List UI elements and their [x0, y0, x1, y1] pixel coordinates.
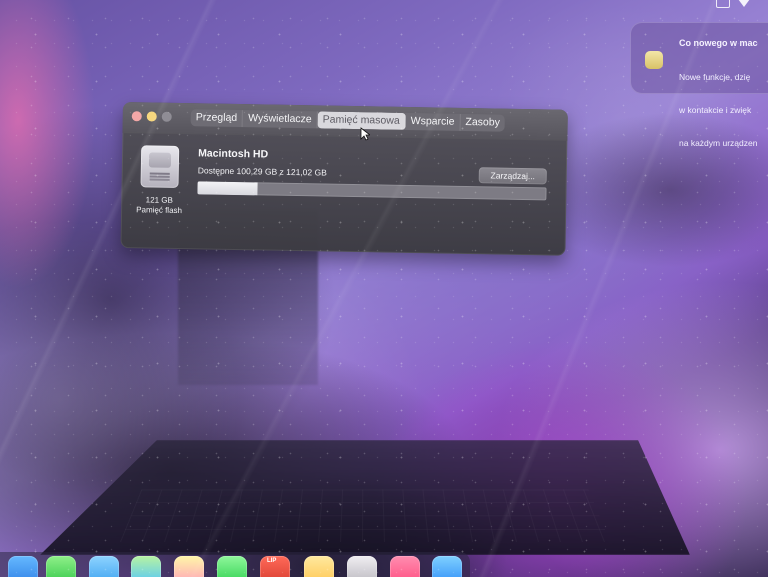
minimize-window-icon[interactable] — [146, 111, 157, 122]
calendar-icon[interactable]: LIP — [260, 556, 290, 577]
notification-app-icon — [645, 51, 663, 69]
storage-pane: 121 GB Pamięć flash Macintosh HD Dostępn… — [120, 133, 567, 256]
wifi-icon[interactable] — [738, 0, 750, 7]
manage-button[interactable]: Zarządzaj... — [478, 167, 547, 185]
mail-icon[interactable] — [89, 556, 119, 577]
tab-displays[interactable]: Wyświetlacze — [243, 110, 318, 129]
facetime-icon[interactable] — [217, 556, 247, 577]
drive-face — [148, 152, 172, 168]
drive-size-label: 121 GB — [145, 195, 173, 205]
storage-availability: Dostępne 100,29 GB z 121,02 GB — [197, 165, 327, 178]
tab-support[interactable]: Wsparcie — [405, 112, 461, 131]
notification-body: Nowe funkcje, dzię w kontakcie i zwięk n… — [679, 50, 768, 171]
finder-icon[interactable] — [8, 556, 38, 577]
control-center-icon[interactable] — [716, 0, 730, 8]
maps-icon[interactable] — [131, 556, 161, 577]
calendar-icon-label: LIP — [267, 558, 277, 564]
messages-icon[interactable] — [46, 556, 76, 577]
drive-vent — [149, 172, 170, 175]
drive-type-label: Pamięć flash — [136, 205, 183, 216]
music-icon[interactable] — [390, 556, 420, 577]
tab-resources[interactable]: Zasoby — [460, 114, 505, 132]
notification-body-line: w kontakcie i zwięk — [679, 105, 752, 115]
notification-body-line: Nowe funkcje, dzię — [679, 72, 751, 82]
notification-title: Co nowego w mac — [679, 38, 758, 48]
system-information-window: Przegląd Wyświetlacze Pamięć masowa Wspa… — [120, 102, 568, 256]
storage-usage-bar — [197, 181, 547, 201]
notification-body-line: na każdym urządzen — [679, 138, 758, 148]
reflection-keyboard — [120, 489, 610, 542]
zoom-window-icon[interactable] — [161, 111, 172, 122]
dock: LIP — [0, 552, 470, 577]
notification-banner[interactable]: Co nowego w mac Nowe funkcje, dzię w kon… — [630, 22, 768, 148]
notes-icon[interactable] — [304, 556, 334, 577]
tab-switcher: Przegląd Wyświetlacze Pamięć masowa Wspa… — [190, 109, 506, 132]
app-store-icon[interactable] — [432, 556, 462, 577]
mouse-cursor-icon — [360, 127, 370, 141]
storage-usage-fill — [197, 181, 258, 196]
drive-icon — [140, 145, 180, 188]
settings-icon[interactable] — [347, 556, 377, 577]
tab-overview[interactable]: Przegląd — [190, 109, 244, 128]
menu-bar-status-icons — [716, 0, 756, 9]
photos-icon[interactable] — [174, 556, 204, 577]
close-window-icon[interactable] — [131, 111, 142, 122]
volume-name: Macintosh HD — [198, 147, 269, 161]
